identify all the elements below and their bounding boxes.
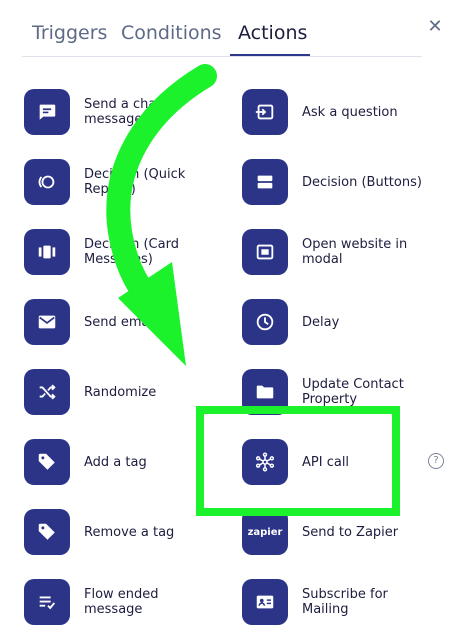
help-icon[interactable]: ? xyxy=(428,453,444,469)
folder-icon xyxy=(242,369,288,415)
zapier-logo-text: zapier xyxy=(247,526,283,538)
action-remove-tag[interactable]: Remove a tag xyxy=(24,509,224,559)
api-hub-icon xyxy=(242,439,288,485)
email-icon xyxy=(24,299,70,345)
action-send-chat-message[interactable]: Send a chat message xyxy=(24,89,224,139)
action-label: Decision (Card Messages) xyxy=(84,237,179,267)
buttons-icon xyxy=(242,159,288,205)
action-update-contact-property[interactable]: Update Contact Property xyxy=(242,369,442,419)
action-randomize[interactable]: Randomize xyxy=(24,369,224,419)
action-ask-question[interactable]: Ask a question xyxy=(242,89,442,139)
action-label: Open website in modal xyxy=(302,237,408,267)
action-send-zapier[interactable]: zapier Send to Zapier xyxy=(242,509,442,559)
contact-card-icon xyxy=(242,579,288,625)
action-send-email[interactable]: Send email xyxy=(24,299,224,349)
action-label: Delay xyxy=(302,314,340,330)
flow-end-icon xyxy=(24,579,70,625)
shuffle-icon xyxy=(24,369,70,415)
action-label: Decision (Buttons) xyxy=(302,174,422,190)
action-label: Remove a tag xyxy=(84,524,175,540)
action-label: Update Contact Property xyxy=(302,377,404,407)
chat-icon xyxy=(24,89,70,135)
action-subscribe-mailing[interactable]: Subscribe for Mailing xyxy=(242,579,442,629)
input-icon xyxy=(242,89,288,135)
quick-reply-icon xyxy=(24,159,70,205)
action-add-tag[interactable]: Add a tag xyxy=(24,439,224,489)
action-label: Ask a question xyxy=(302,104,398,120)
tag-icon xyxy=(24,439,70,485)
action-decision-card-messages[interactable]: Decision (Card Messages) xyxy=(24,229,224,279)
action-label: Flow ended message xyxy=(84,587,159,617)
action-label: Send email xyxy=(84,314,157,330)
action-decision-quick-replies[interactable]: Decision (Quick Replies) xyxy=(24,159,224,209)
action-label: Randomize xyxy=(84,384,157,400)
actions-grid: Send a chat message Ask a question Decis… xyxy=(0,0,452,638)
action-label: Subscribe for Mailing xyxy=(302,587,388,617)
clock-icon xyxy=(242,299,288,345)
action-label: Decision (Quick Replies) xyxy=(84,167,186,197)
action-open-website-modal[interactable]: Open website in modal xyxy=(242,229,442,279)
action-decision-buttons[interactable]: Decision (Buttons) xyxy=(242,159,442,209)
action-label: API call xyxy=(302,454,350,470)
zapier-icon: zapier xyxy=(242,509,288,555)
carousel-icon xyxy=(24,229,70,275)
action-label: Send to Zapier xyxy=(302,524,399,540)
action-api-call[interactable]: API call xyxy=(242,439,442,489)
action-label: Add a tag xyxy=(84,454,147,470)
tag-remove-icon xyxy=(24,509,70,555)
action-flow-ended-message[interactable]: Flow ended message xyxy=(24,579,224,629)
modal-icon xyxy=(242,229,288,275)
action-delay[interactable]: Delay xyxy=(242,299,442,349)
action-label: Send a chat message xyxy=(84,97,162,127)
